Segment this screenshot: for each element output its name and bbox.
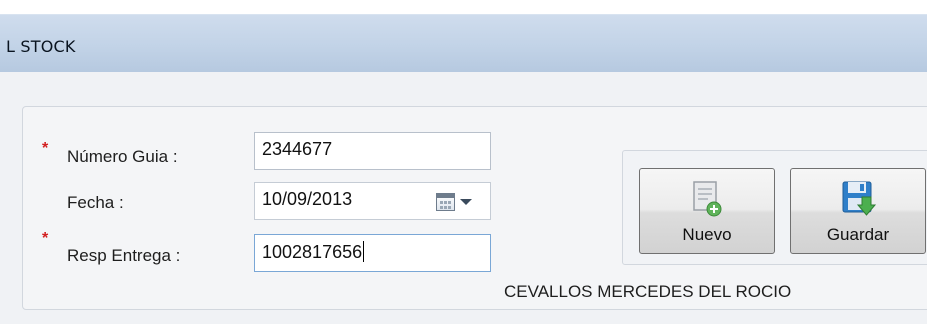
fecha-label: Fecha : [67, 193, 124, 212]
app-window: L STOCK * Número Guia : 2344677 Fecha : … [0, 0, 927, 324]
new-document-icon [687, 179, 727, 219]
required-mark-numero-guia: * [42, 140, 49, 157]
fecha-dropdown-button[interactable] [436, 192, 480, 214]
required-mark-resp-entrega: * [42, 230, 49, 247]
resp-entrega-input[interactable]: 1002817656 [254, 234, 491, 272]
chevron-down-icon [460, 199, 472, 205]
save-floppy-icon [838, 179, 878, 219]
resp-entrega-value: 1002817656 [262, 242, 363, 262]
resp-entrega-name: CEVALLOS MERCEDES DEL ROCIO [504, 282, 792, 301]
numero-guia-label: Número Guia : [67, 147, 178, 166]
text-caret [363, 241, 365, 262]
guardar-button[interactable]: Guardar [790, 168, 926, 254]
numero-guia-input[interactable]: 2344677 [254, 132, 491, 170]
guardar-button-label: Guardar [826, 225, 890, 244]
top-margin [0, 0, 927, 14]
title-bar: L STOCK [0, 14, 927, 72]
calendar-icon [436, 193, 455, 211]
fecha-value: 10/09/2013 [262, 189, 353, 209]
resp-entrega-label: Resp Entrega : [67, 246, 181, 265]
nuevo-button[interactable]: Nuevo [639, 168, 775, 254]
nuevo-button-label: Nuevo [682, 225, 732, 244]
window-title: L STOCK [6, 37, 76, 56]
numero-guia-value: 2344677 [262, 139, 333, 159]
